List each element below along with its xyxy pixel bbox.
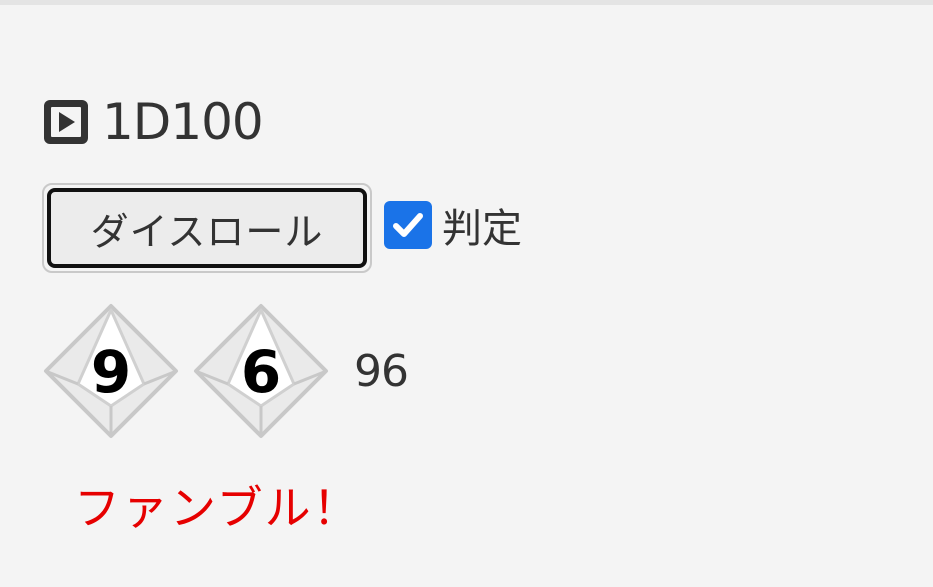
judge-toggle[interactable]: 判定 [384, 196, 522, 254]
roll-total: 96 [354, 345, 409, 397]
roll-result-message: ファンブル！ [74, 481, 361, 535]
dice-roll-button[interactable]: ダイスロール [42, 183, 372, 273]
die-value: 6 [240, 338, 282, 406]
judge-checkbox[interactable] [384, 201, 432, 249]
die: 6 [192, 302, 330, 440]
play-square-icon[interactable] [42, 98, 90, 146]
die: 9 [42, 302, 180, 440]
page-title: 1D100 [102, 93, 264, 151]
die-value: 9 [90, 338, 132, 406]
dice-results: 9 6 96 [42, 302, 409, 440]
dice-header: 1D100 [42, 90, 264, 154]
dice-roll-button-label: ダイスロール [47, 188, 367, 268]
roll-controls: ダイスロール 判定 [42, 183, 522, 273]
judge-label: 判定 [442, 206, 522, 252]
top-divider [0, 0, 933, 5]
checkmark-icon [393, 213, 423, 237]
